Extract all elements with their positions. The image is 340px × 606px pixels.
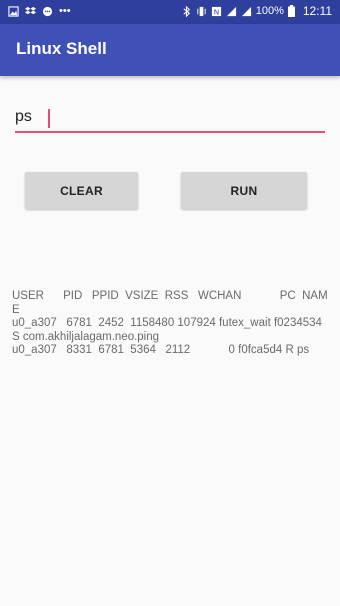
status-bar: ••• N 100% 12:11 [0, 0, 340, 24]
nfc-icon: N [211, 6, 221, 16]
bluetooth-icon [183, 5, 190, 17]
signal-icon [241, 6, 251, 16]
battery-icon [287, 5, 295, 17]
image-icon [8, 5, 19, 17]
app-title: Linux Shell [16, 39, 107, 58]
command-input-container [15, 103, 325, 137]
wifi-icon [226, 6, 236, 16]
text-cursor [48, 109, 50, 128]
command-input[interactable] [15, 103, 325, 133]
app-bar: Linux Shell [0, 24, 340, 76]
clock: 12:11 [302, 4, 332, 18]
notification-icons: ••• [8, 5, 71, 17]
dropbox-icon [25, 6, 36, 14]
command-output: USER PID PPID VSIZE RSS WCHAN PC NAME u0… [12, 290, 328, 357]
vibrate-icon [197, 6, 206, 16]
battery-percent: 100% [255, 5, 284, 17]
clear-button[interactable]: CLEAR [25, 172, 138, 209]
run-button[interactable]: RUN [181, 172, 307, 209]
more-notifications-icon: ••• [59, 5, 71, 17]
svg-text:N: N [213, 7, 218, 16]
chat-icon [42, 6, 53, 16]
system-icons: N 100% 12:11 [181, 4, 332, 18]
